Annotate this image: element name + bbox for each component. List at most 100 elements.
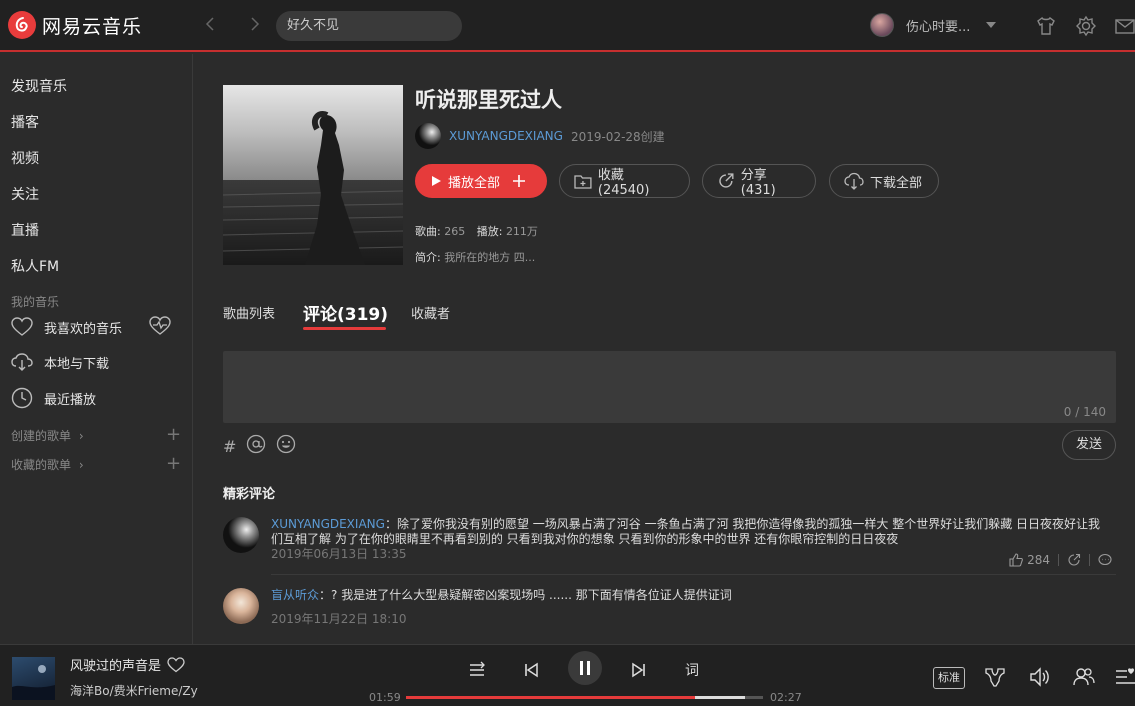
collected-playlists-label: 收藏的歌单	[11, 458, 72, 472]
play-count-label: 播放:	[476, 225, 503, 238]
comment-input[interactable]: 0 / 140	[223, 351, 1116, 423]
heartbeat-mode-icon[interactable]	[148, 316, 172, 336]
comment-text: XUNYANGDEXIANG：除了爱你我没有别的愿望 一场风暴占满了河谷 一条鱼…	[271, 517, 1111, 547]
user-menu[interactable]: 伤心时要...	[870, 13, 997, 37]
previous-track-icon[interactable]	[520, 659, 542, 681]
tab-song-list[interactable]: 歌曲列表	[223, 303, 275, 322]
sidebar-item-label: 本地与下载	[44, 356, 110, 372]
chevron-right-icon: ›	[78, 429, 84, 443]
sidebar-item-local[interactable]: 本地与下载	[11, 352, 109, 372]
share-button[interactable]: 分享(431)	[702, 164, 816, 198]
comment-actions: 284	[1009, 553, 1112, 567]
hashtag-icon[interactable]: #	[223, 437, 236, 456]
tab-comments[interactable]: 评论(319)	[303, 300, 388, 325]
sidebar-item-follow[interactable]: 关注	[11, 184, 39, 204]
add-collected-button[interactable]: +	[166, 455, 181, 473]
reply-icon[interactable]	[1098, 553, 1112, 567]
skin-shirt-icon[interactable]	[1035, 15, 1057, 37]
active-tab-indicator	[303, 327, 386, 330]
username[interactable]: 伤心时要...	[906, 16, 970, 35]
creator-avatar[interactable]	[415, 123, 441, 149]
playlist-cover[interactable]	[223, 85, 403, 265]
next-track-icon[interactable]	[628, 659, 650, 681]
comment-user-link[interactable]: XUNYANGDEXIANG	[271, 517, 385, 531]
send-comment-button[interactable]: 发送	[1062, 430, 1116, 460]
collect-button[interactable]: 收藏(24540)	[559, 164, 690, 198]
sidebar-item-podcast[interactable]: 播客	[11, 112, 39, 132]
comment-user-link[interactable]: 盲从听众	[271, 588, 319, 602]
created-playlists-toggle[interactable]: 创建的歌单 ›	[11, 427, 84, 444]
comment-avatar[interactable]	[223, 588, 259, 624]
playlist-queue-icon[interactable]	[1113, 665, 1135, 689]
gear-icon[interactable]	[1075, 15, 1097, 37]
thumbs-up-icon[interactable]	[1009, 553, 1023, 567]
quality-button[interactable]: 标准	[933, 667, 965, 689]
sidebar-item-fm[interactable]: 私人FM	[11, 256, 59, 276]
heart-icon	[11, 317, 33, 336]
sidebar-item-discover[interactable]: 发现音乐	[11, 76, 67, 96]
comment-divider	[271, 574, 1116, 575]
chevron-down-icon[interactable]	[986, 22, 997, 28]
song-count-label: 歌曲:	[415, 225, 441, 238]
lyrics-button[interactable]: 词	[685, 660, 699, 680]
intro-label: 简介:	[415, 251, 441, 264]
chevron-left-icon	[205, 17, 214, 31]
top-bar: 网易云音乐 好久不见 伤心时要...	[0, 0, 1135, 52]
sidebar-item-liked[interactable]: 我喜欢的音乐	[11, 317, 122, 337]
comment-time: 2019年11月22日 18:10	[271, 612, 407, 626]
sidebar-item-label: 最近播放	[44, 392, 97, 408]
back-button[interactable]	[200, 16, 220, 36]
creator-name-link[interactable]: XUNYANGDEXIANG	[449, 129, 563, 143]
playlist-intro[interactable]: 简介: 我所在的地方 四...	[415, 249, 535, 265]
volume-icon[interactable]	[1028, 665, 1052, 689]
playlist-cover-image	[223, 85, 403, 265]
app-logo[interactable]: 网易云音乐	[8, 11, 142, 39]
now-playing-cover[interactable]	[12, 657, 55, 700]
song-count: 歌曲: 265 播放: 211万	[415, 223, 538, 239]
comment-tools: #	[223, 434, 306, 458]
mail-icon[interactable]	[1114, 15, 1135, 37]
sidebar-item-recent[interactable]: 最近播放	[11, 387, 96, 409]
now-playing-title[interactable]: 风驶过的声音是	[70, 655, 185, 674]
app-title: 网易云音乐	[42, 15, 143, 38]
mention-icon[interactable]	[246, 434, 266, 458]
pause-button[interactable]	[568, 651, 602, 685]
comment-time: 2019年06月13日 13:35	[271, 547, 407, 561]
featured-comments-heading: 精彩评论	[223, 487, 276, 502]
song-count-value: 265	[444, 225, 466, 238]
search-input[interactable]: 好久不见	[276, 11, 462, 41]
song-title[interactable]: 风驶过的声音是	[70, 659, 161, 674]
chevron-right-icon	[251, 17, 260, 31]
created-date: 2019-02-28创建	[570, 129, 665, 144]
tab-collectors[interactable]: 收藏者	[411, 303, 450, 322]
comment-avatar[interactable]	[223, 517, 259, 553]
player-bar: 风驶过的声音是 海洋Bo/费米Frieme/Zy 词 01:59 02:27 标…	[0, 644, 1135, 706]
heart-icon[interactable]	[167, 657, 185, 673]
avatar[interactable]	[870, 13, 894, 37]
plus-icon	[513, 175, 526, 187]
collected-playlists-toggle[interactable]: 收藏的歌单 ›	[11, 456, 84, 473]
progress-fill	[406, 696, 696, 699]
like-count: 284	[1027, 553, 1050, 567]
created-playlists-label: 创建的歌单	[11, 429, 72, 443]
chevron-right-icon: ›	[78, 458, 84, 472]
download-all-button[interactable]: 下载全部	[829, 164, 939, 198]
sidebar-item-video[interactable]: 视频	[11, 148, 39, 168]
folder-plus-icon	[574, 175, 592, 189]
progress-bar[interactable]	[406, 696, 763, 699]
listen-together-icon[interactable]	[1072, 665, 1096, 689]
sidebar-item-live[interactable]: 直播	[11, 220, 39, 240]
sound-effect-icon[interactable]	[983, 665, 1007, 689]
share-icon[interactable]	[1067, 553, 1081, 567]
clock-icon	[11, 387, 33, 409]
total-time: 02:27	[770, 691, 802, 704]
play-order-icon[interactable]	[466, 659, 488, 681]
play-all-button[interactable]: 播放全部	[415, 164, 547, 198]
emoji-icon[interactable]	[276, 434, 296, 458]
now-playing-artist[interactable]: 海洋Bo/费米Frieme/Zy	[70, 682, 198, 699]
sidebar: 发现音乐 播客 视频 关注 直播 私人FM 我的音乐 我喜欢的音乐 本地与下载 …	[0, 54, 193, 644]
create-playlist-button[interactable]: +	[166, 426, 181, 444]
forward-button[interactable]	[245, 16, 265, 36]
char-counter: 0 / 140	[1063, 405, 1106, 419]
play-all-label: 播放全部	[448, 175, 501, 191]
